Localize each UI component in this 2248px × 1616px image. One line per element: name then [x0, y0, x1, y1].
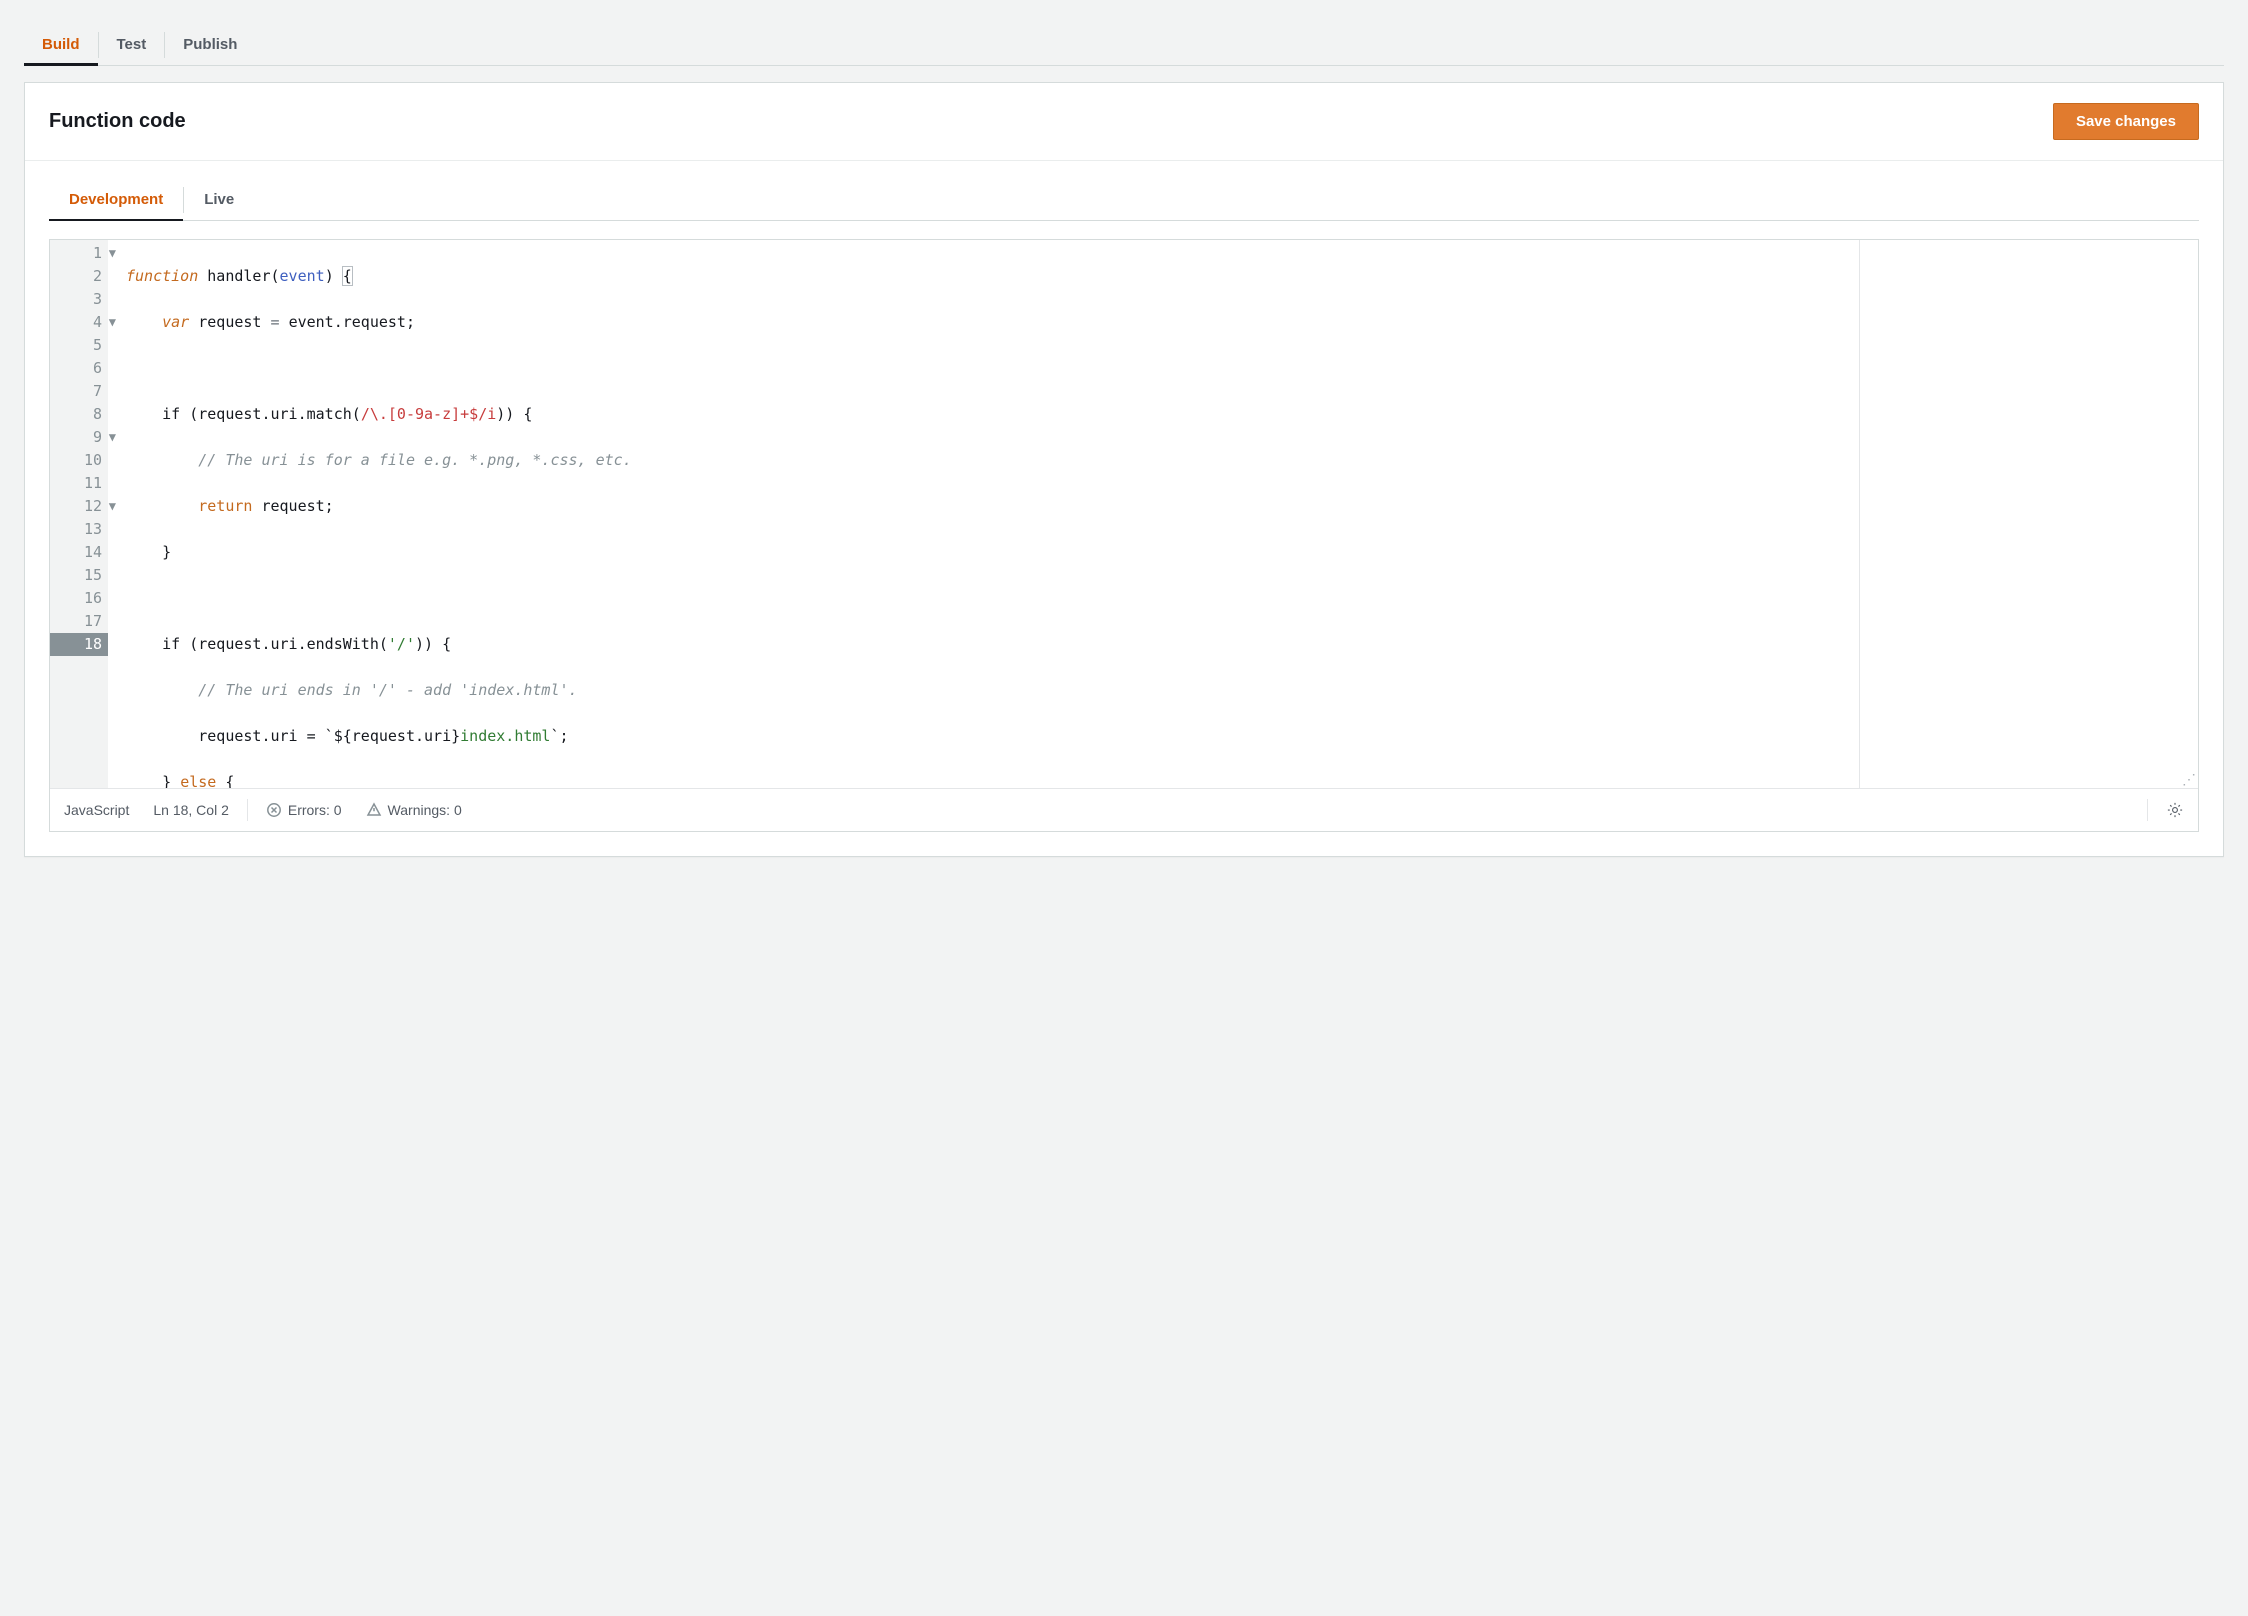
- line-number: 3: [62, 288, 102, 311]
- tab-live[interactable]: Live: [184, 179, 254, 220]
- editor-status-bar: JavaScript Ln 18, Col 2 Errors: 0 Warnin…: [50, 788, 2198, 831]
- code-token: var: [162, 313, 189, 331]
- tab-publish[interactable]: Publish: [165, 24, 255, 65]
- function-code-panel: Function code Save changes Development L…: [24, 82, 2224, 857]
- resize-handle-icon[interactable]: ⋰: [2182, 772, 2196, 786]
- line-number: 4▼: [62, 311, 102, 334]
- code-token: event.request;: [289, 313, 415, 331]
- line-number: 13: [62, 518, 102, 541]
- code-token: {: [216, 773, 234, 788]
- code-token: )) {: [496, 405, 532, 423]
- code-token: }: [162, 543, 171, 561]
- line-number: 7: [62, 380, 102, 403]
- code-token: index.html: [460, 727, 550, 745]
- status-cursor: Ln 18, Col 2: [153, 802, 229, 818]
- primary-tabs: Build Test Publish: [24, 24, 2224, 66]
- code-token: )) {: [415, 635, 451, 653]
- matched-brace: {: [342, 266, 353, 286]
- code-token: event: [280, 267, 325, 285]
- code-token: /\.[0-9a-z]+$/i: [361, 405, 496, 423]
- code-token: request;: [261, 497, 333, 515]
- line-number: 1▼: [62, 242, 102, 265]
- tab-development[interactable]: Development: [49, 179, 183, 220]
- code-comment: // The uri ends in '/' - add 'index.html…: [198, 681, 577, 699]
- error-icon: [266, 802, 282, 818]
- code-token: handler: [207, 267, 270, 285]
- tab-test[interactable]: Test: [99, 24, 165, 65]
- code-editor[interactable]: 1▼234▼56789▼101112▼131415161718 function…: [49, 239, 2199, 832]
- panel-body: Development Live 1▼234▼56789▼101112▼1314…: [25, 161, 2223, 856]
- editor-split-handle[interactable]: [1859, 240, 1860, 788]
- status-errors-label: Errors: 0: [288, 802, 342, 818]
- line-number: 9▼: [62, 426, 102, 449]
- status-errors[interactable]: Errors: 0: [266, 802, 342, 818]
- code-token: if (request.uri.match(: [162, 405, 361, 423]
- status-separator: [2147, 799, 2148, 821]
- code-token: if (request.uri.endsWith(: [162, 635, 388, 653]
- line-number: 10: [62, 449, 102, 472]
- status-warnings[interactable]: Warnings: 0: [366, 802, 462, 818]
- code-token: '/': [388, 635, 415, 653]
- code-token: return: [198, 497, 252, 515]
- settings-gear-icon[interactable]: [2166, 801, 2184, 819]
- line-number: 12▼: [62, 495, 102, 518]
- code-token: else: [180, 773, 216, 788]
- code-token: request: [198, 313, 261, 331]
- line-number: 17: [62, 610, 102, 633]
- code-tabs: Development Live: [49, 179, 2199, 221]
- status-language: JavaScript: [64, 802, 129, 818]
- save-changes-button[interactable]: Save changes: [2053, 103, 2199, 140]
- line-number: 18: [50, 633, 108, 656]
- status-warnings-label: Warnings: 0: [388, 802, 462, 818]
- code-area[interactable]: 1▼234▼56789▼101112▼131415161718 function…: [50, 240, 2198, 788]
- panel-header: Function code Save changes: [25, 83, 2223, 161]
- line-number-gutter: 1▼234▼56789▼101112▼131415161718: [50, 240, 108, 788]
- code-token: function: [126, 267, 198, 285]
- code-content[interactable]: function handler(event) { var request = …: [108, 240, 2198, 788]
- line-number: 5: [62, 334, 102, 357]
- warning-icon: [366, 802, 382, 818]
- status-separator: [247, 799, 248, 821]
- line-number: 11: [62, 472, 102, 495]
- code-token: `;: [550, 727, 568, 745]
- panel-title: Function code: [49, 110, 186, 133]
- line-number: 15: [62, 564, 102, 587]
- code-token: request.uri = `${request.uri}: [198, 727, 460, 745]
- code-comment: // The uri is for a file e.g. *.png, *.c…: [198, 451, 631, 469]
- line-number: 16: [62, 587, 102, 610]
- tab-build[interactable]: Build: [24, 24, 98, 65]
- line-number: 6: [62, 357, 102, 380]
- code-token: }: [162, 773, 180, 788]
- line-number: 14: [62, 541, 102, 564]
- line-number: 2: [62, 265, 102, 288]
- line-number: 8: [62, 403, 102, 426]
